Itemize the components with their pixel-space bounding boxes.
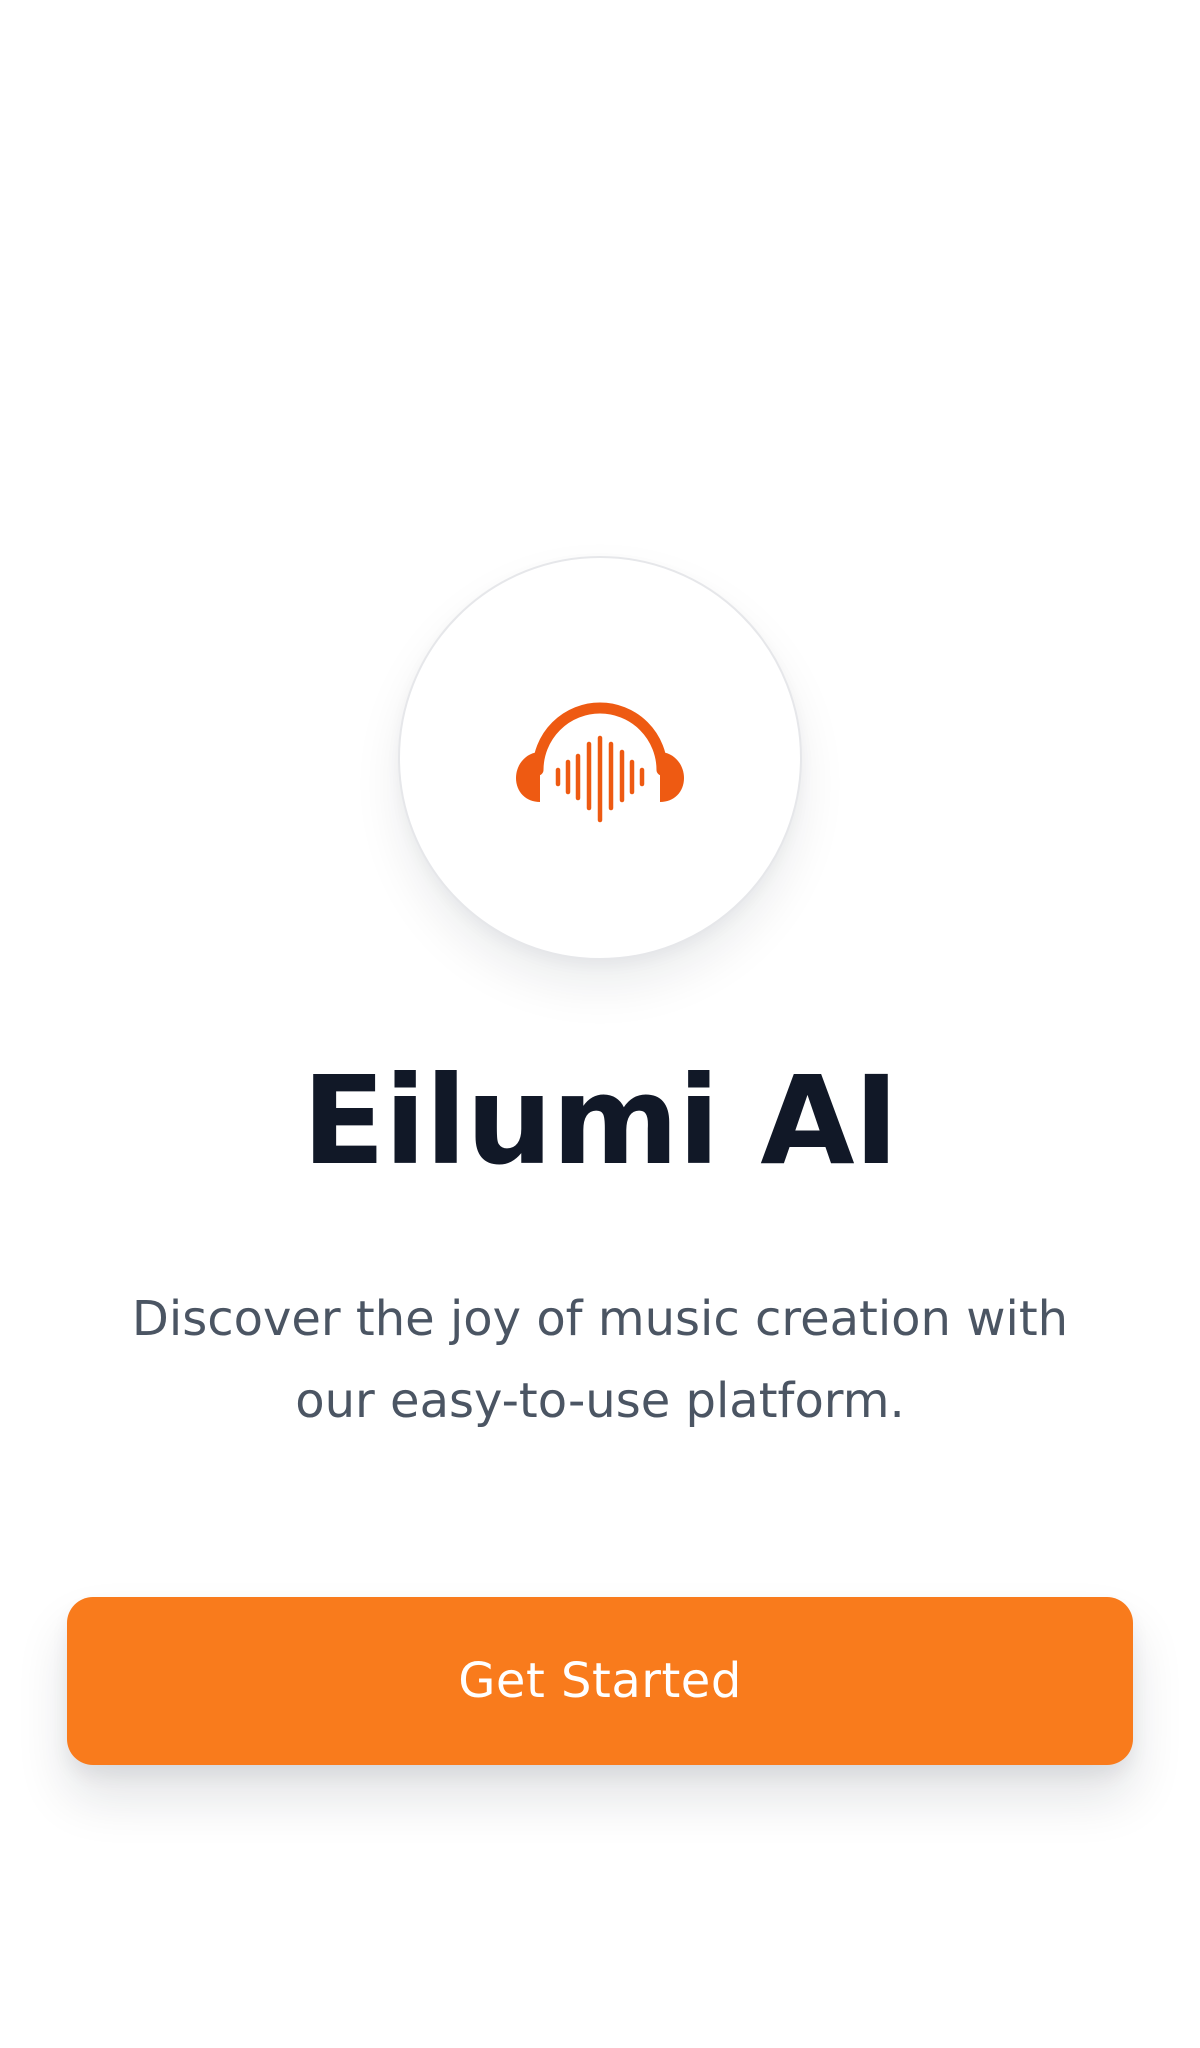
app-title: Eilumi AI bbox=[301, 1050, 899, 1192]
app-tagline: Discover the joy of music creation with … bbox=[131, 1291, 1069, 1429]
app-logo bbox=[398, 556, 802, 960]
get-started-button[interactable]: Get Started bbox=[67, 1597, 1133, 1765]
headphones-waveform-icon bbox=[516, 702, 684, 823]
welcome-screen: Eilumi AI Discover the joy of music crea… bbox=[0, 0, 1200, 2048]
